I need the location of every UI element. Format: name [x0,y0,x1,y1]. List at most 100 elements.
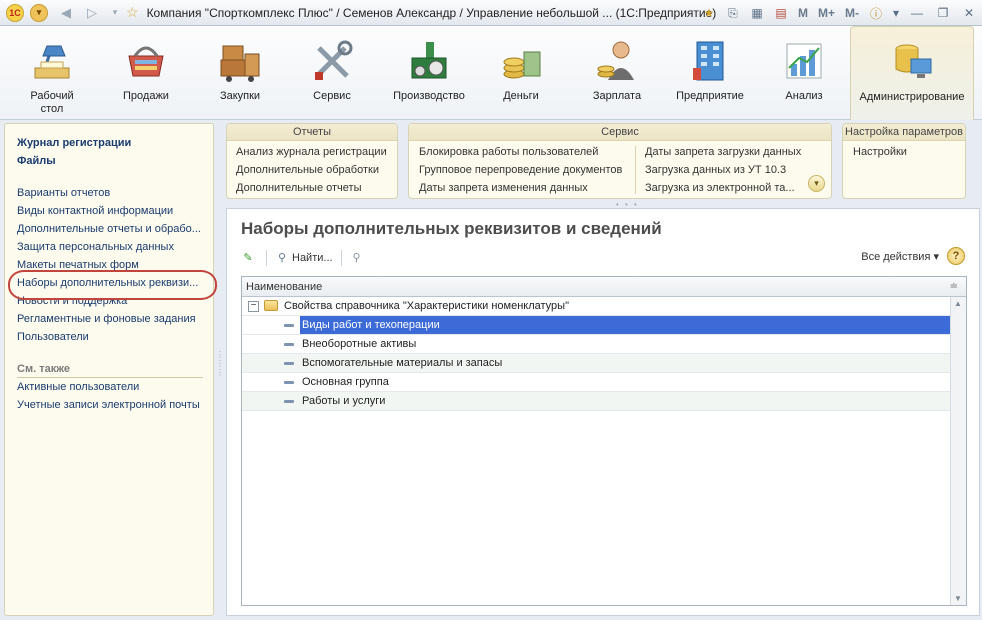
all-actions-button[interactable]: Все действия ▾ [861,250,939,263]
cmd-block-users[interactable]: Блокировка работы пользователей [419,146,598,158]
item-icon [284,343,294,346]
table-row[interactable]: Виды работ и техоперации [242,316,950,335]
nav-link-users[interactable]: Пользователи [17,331,89,343]
1c-logo-icon[interactable]: 1С [6,3,24,22]
cmd-change-closing-dates[interactable]: Даты запрета изменения данных [419,182,588,194]
section-label: Сервис [313,90,351,102]
cmd-import-closing-dates[interactable]: Даты запрета загрузки данных [645,146,801,158]
nav-link-event-log[interactable]: Журнал регистрации [17,137,131,149]
cmd-group-reposting[interactable]: Групповое перепроведение документов [419,164,622,176]
window-title: Компания "Спорткомплекс Плюс" / Семенов … [146,5,717,20]
list-form: Наборы дополнительных реквизитов и сведе… [226,208,980,616]
pencil-icon: ✎ [243,252,253,264]
memory-minus-button[interactable]: M- [845,6,859,20]
info-icon[interactable]: ⓘ [867,4,885,22]
history-dropdown-icon[interactable]: ▾ [110,7,120,18]
nav-link-active-users[interactable]: Активные пользователи [17,381,139,393]
restore-icon[interactable]: ❐ [932,4,954,22]
sort-icon[interactable]: ≐ [950,281,958,292]
add-favorite-icon[interactable]: ★ [700,4,718,22]
toolbar-separator [266,250,267,266]
edit-button[interactable]: ✎ [241,251,258,265]
form-title: Наборы дополнительных реквизитов и сведе… [241,219,662,238]
see-also-heading: См. также [17,363,70,375]
memory-m-button[interactable]: M [798,6,808,20]
section-salary[interactable]: Зарплата [574,26,660,120]
main-menu-icon[interactable]: ▾ [30,3,48,22]
favorites-star-icon[interactable]: ☆ [126,4,139,21]
shopping-basket-icon [128,46,164,77]
section-label: Закупки [219,90,261,102]
folder-icon [264,300,278,311]
memory-plus-button[interactable]: M+ [818,6,835,20]
scroll-down-icon[interactable]: ▼ [954,594,962,603]
calendar-icon[interactable]: ▤ [772,4,790,22]
cmd-event-log-analysis[interactable]: Анализ журнала регистрации [236,146,387,158]
scroll-up-icon[interactable]: ▲ [954,299,962,308]
item-icon [284,400,294,403]
nav-link-report-variants[interactable]: Варианты отчетов [17,187,110,199]
nav-link-personal-data-protection[interactable]: Защита персональных данных [17,241,174,253]
nav-link-contact-info-kinds[interactable]: Виды контактной информации [17,205,173,217]
section-money[interactable]: Деньги [478,26,564,120]
service-panel-title: Сервис [409,124,831,141]
section-enterprise[interactable]: Предприятие [666,26,754,120]
row-label: Виды работ и техоперации [302,319,440,331]
table-row[interactable]: Внеоборотные активы [242,335,950,354]
section-sales[interactable]: Продажи [104,26,188,120]
section-desktop[interactable]: Рабочий стол [10,26,94,120]
cmd-import-from-spreadsheet[interactable]: Загрузка из электронной та... [645,182,795,194]
close-icon[interactable]: ✕ [958,4,980,22]
cmd-settings[interactable]: Настройки [853,146,907,158]
forward-arrow-icon[interactable]: ▷ [84,5,100,21]
minimize-icon[interactable]: — [906,4,928,22]
reports-panel: Отчеты Анализ журнала регистрации Дополн… [226,123,398,199]
section-production[interactable]: Производство [384,26,474,120]
nav-link-email-accounts[interactable]: Учетные записи электронной почты [17,399,200,411]
calculator-icon[interactable]: ▦ [748,4,766,22]
item-icon [284,362,294,365]
nav-link-files[interactable]: Файлы [17,155,56,167]
vertical-scrollbar[interactable]: ▲ ▼ [950,297,966,605]
section-service[interactable]: Сервис [290,26,374,120]
row-label: Вспомогательные материалы и запасы [302,357,503,369]
section-administration[interactable]: Администрирование [850,26,974,120]
link-icon[interactable]: ⎘ [724,4,742,22]
table-row[interactable]: Работы и услуги [242,392,950,411]
magnifier-icon: ⚲ [277,252,287,264]
info-dropdown-icon[interactable]: ▾ [891,4,901,22]
nav-link-scheduled-jobs[interactable]: Регламентные и фоновые задания [17,313,196,325]
table-row[interactable]: Вспомогательные материалы и запасы [242,354,950,373]
cmd-additional-reports[interactable]: Дополнительные отчеты [236,182,361,194]
form-toolbar: ✎ ⚲ Найти... ⚲ [241,247,375,269]
column-header-name[interactable]: Наименование [246,281,322,293]
find-label: Найти... [292,252,333,264]
row-label: Работы и услуги [302,395,386,407]
back-arrow-icon[interactable]: ◀ [58,5,74,21]
section-label: Продажи [123,90,169,102]
toolbar-separator [340,250,342,266]
cmd-additional-processing[interactable]: Дополнительные обработки [236,164,379,176]
service-panel: Сервис Блокировка работы пользователей Г… [408,123,832,199]
panel-splitter[interactable]: ⋮ ⋮ ⋮ [216,350,224,390]
cancel-search-icon: ⚲ [352,252,361,264]
cmd-import-from-ut[interactable]: Загрузка данных из УТ 10.3 [645,164,786,176]
factory-icon [411,42,447,79]
table-row-group[interactable]: − Свойства справочника "Характеристики н… [242,297,950,316]
cancel-search-button[interactable]: ⚲ [350,251,367,265]
collapse-tree-icon[interactable]: − [248,301,259,312]
section-label: Рабочий стол [30,90,74,115]
settings-panel-title: Настройка параметров [843,124,965,141]
service-column-divider [635,146,636,194]
section-label: Анализ [785,90,823,102]
help-icon[interactable]: ? [947,247,965,265]
table-row[interactable]: Основная группа [242,373,950,392]
section-analysis[interactable]: Анализ [762,26,846,120]
settings-panel: Настройка параметров Настройки [842,123,966,199]
find-button[interactable]: ⚲ Найти... [275,251,333,265]
tools-icon [315,40,353,80]
nav-link-additional-reports[interactable]: Дополнительные отчеты и обрабо... [17,223,201,235]
section-purchases[interactable]: Закупки [198,26,282,120]
expand-chevron-icon[interactable]: ▾ [808,175,825,192]
table-header: Наименование ≐ [242,277,966,297]
